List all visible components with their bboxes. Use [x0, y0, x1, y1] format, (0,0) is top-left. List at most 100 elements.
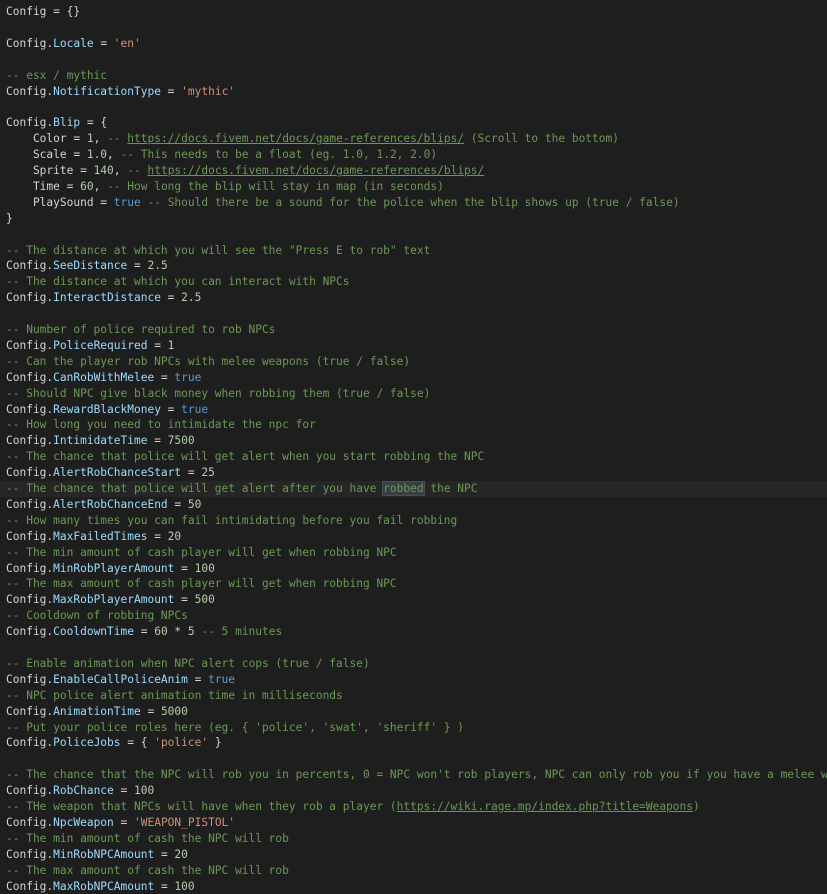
code-line[interactable]: -- The chance that police will get alert…	[0, 481, 827, 497]
code-keyword: Config.	[6, 259, 54, 273]
number-literal: 1	[167, 338, 175, 352]
code-keyword: Config.	[6, 672, 54, 686]
code-line[interactable]	[6, 99, 827, 115]
code-line[interactable]: Config.PoliceJobs = { 'police' }	[6, 735, 827, 751]
code-line[interactable]: Color = 1, -- https://docs.fivem.net/doc…	[6, 131, 827, 147]
code-line[interactable]: Config.PoliceRequired = 1	[6, 338, 827, 354]
number-literal: 100	[174, 879, 195, 893]
code-line[interactable]	[6, 306, 827, 322]
code-punctuation: =	[167, 497, 188, 511]
code-line[interactable]: Config.Locale = 'en'	[6, 36, 827, 52]
code-line[interactable]: -- NPC police alert animation time in mi…	[6, 688, 827, 704]
code-line[interactable]: Scale = 1.0, -- This needs to be a float…	[6, 147, 827, 163]
number-literal: 50	[187, 497, 202, 511]
code-line[interactable]: PlaySound = true -- Should there be a so…	[6, 195, 827, 211]
comment-link[interactable]: https://docs.fivem.net/docs/game-referen…	[147, 164, 484, 177]
string-literal: 'police'	[154, 736, 209, 750]
code-line[interactable]: -- Can the player rob NPCs with melee we…	[6, 354, 827, 370]
code-comment: -- The distance at which you can interac…	[6, 275, 350, 289]
code-line[interactable]: -- The max amount of cash the NPC will r…	[6, 863, 827, 879]
config-key: SeeDistance	[53, 259, 128, 273]
code-comment: -- This needs to be a float (eg. 1.0, 1.…	[120, 148, 438, 162]
code-line[interactable]: Config.CooldownTime = 60 * 5 -- 5 minute…	[6, 624, 827, 640]
comment-link[interactable]: https://docs.fivem.net/docs/game-referen…	[127, 132, 464, 145]
code-line[interactable]: -- How many times you can fail intimidat…	[6, 513, 827, 529]
code-line[interactable]	[6, 227, 827, 243]
code-comment: -- THe weapon that NPCs will have when t…	[6, 800, 397, 813]
code-keyword: Config = {}	[6, 5, 81, 18]
code-comment: -- Should NPC give black money when robb…	[6, 386, 431, 400]
code-line[interactable]: Config.SeeDistance = 2.5	[6, 258, 827, 274]
code-punctuation: =	[160, 291, 182, 305]
comment-link[interactable]: https://wiki.rage.mp/index.php?title=Wea…	[397, 800, 693, 813]
code-line[interactable]	[6, 751, 827, 767]
code-line[interactable]: Config.MinRobNPCAmount = 20	[6, 847, 827, 863]
code-line[interactable]: -- The chance that the NPC will rob you …	[6, 767, 827, 783]
code-line[interactable]: -- The min amount of cash the NPC will r…	[6, 831, 827, 847]
code-line[interactable]: Config = {}	[6, 4, 827, 20]
code-line[interactable]: Config.IntimidateTime = 7500	[6, 433, 827, 449]
code-line[interactable]	[6, 52, 827, 68]
config-key: AlertRobChanceEnd	[53, 497, 168, 511]
code-keyword: Config.	[6, 84, 54, 98]
code-comment: )	[693, 800, 700, 813]
code-line[interactable]: Config.AlertRobChanceEnd = 50	[6, 497, 827, 513]
code-line[interactable]: -- Cooldown of robbing NPCs	[6, 608, 827, 624]
code-punctuation: Sprite =	[6, 164, 94, 177]
code-line[interactable]: Config.NpcWeapon = 'WEAPON_PISTOL'	[6, 815, 827, 831]
code-comment: -- The chance that police will get alert…	[6, 482, 384, 495]
code-line[interactable]: Config.CanRobWithMelee = true	[6, 370, 827, 386]
code-comment: -- Should there be a sound for the polic…	[147, 195, 680, 209]
number-literal: 100	[194, 561, 215, 575]
code-line[interactable]: Config.AnimationTime = 5000	[6, 704, 827, 720]
string-literal: 'mythic'	[181, 84, 236, 98]
code-line[interactable]: -- Should NPC give black money when robb…	[6, 386, 827, 402]
number-literal: 1	[86, 132, 94, 146]
code-line[interactable]: Config.InteractDistance = 2.5	[6, 290, 827, 306]
code-line[interactable]: Config.RewardBlackMoney = true	[6, 402, 827, 418]
number-literal: 140	[93, 164, 114, 177]
code-punctuation: =	[147, 434, 168, 448]
code-keyword: Config.	[6, 593, 54, 607]
code-line[interactable]	[6, 20, 827, 36]
code-line[interactable]: Config.AlertRobChanceStart = 25	[6, 465, 827, 481]
code-line[interactable]: -- Enable animation when NPC alert cops …	[6, 656, 827, 672]
code-line[interactable]: -- The max amount of cash player will ge…	[6, 576, 827, 592]
code-line[interactable]: -- esx / mythic	[6, 68, 827, 84]
code-line[interactable]: Config.Blip = {	[6, 115, 827, 131]
code-keyword: Config.	[6, 466, 54, 480]
code-punctuation: *	[167, 625, 188, 639]
code-keyword: Config.	[6, 625, 54, 639]
code-line[interactable]: Sprite = 140, -- https://docs.fivem.net/…	[6, 163, 827, 179]
code-line[interactable]: Time = 60, -- How long the blip will sta…	[6, 179, 827, 195]
code-line[interactable]: -- The min amount of cash player will ge…	[6, 545, 827, 561]
code-line[interactable]: -- THe weapon that NPCs will have when t…	[6, 799, 827, 815]
code-keyword: Config.	[6, 291, 54, 305]
number-literal: 5000	[160, 704, 188, 718]
code-line[interactable]: Config.RobChance = 100	[6, 783, 827, 799]
code-punctuation: Time =	[6, 179, 81, 193]
code-line[interactable]: -- Number of police required to rob NPCs	[6, 322, 827, 338]
code-line[interactable]: Config.MaxRobNPCAmount = 100	[6, 879, 827, 894]
code-comment: -- esx / mythic	[6, 68, 108, 82]
code-line[interactable]: Config.EnableCallPoliceAnim = true	[6, 672, 827, 688]
code-line[interactable]: Config.MaxRobPlayerAmount = 500	[6, 592, 827, 608]
code-line[interactable]: -- Put your police roles here (eg. { 'po…	[6, 720, 827, 736]
code-punctuation: =	[187, 672, 209, 686]
code-punctuation: =	[147, 338, 168, 352]
code-line[interactable]: Config.MaxFailedTimes = 20	[6, 529, 827, 545]
number-literal: 25	[201, 466, 215, 480]
code-line[interactable]: -- The distance at which you can interac…	[6, 274, 827, 290]
code-line[interactable]: -- How long you need to intimidate the n…	[6, 417, 827, 433]
code-line[interactable]	[6, 640, 827, 656]
code-line[interactable]: -- The chance that police will get alert…	[6, 449, 827, 465]
code-line[interactable]: -- The distance at which you will see th…	[6, 243, 827, 259]
code-line[interactable]: Config.MinRobPlayerAmount = 100	[6, 561, 827, 577]
code-comment: -- How long you need to intimidate the n…	[6, 418, 316, 432]
config-key: PoliceJobs	[53, 736, 121, 750]
code-line[interactable]: }	[6, 211, 827, 227]
config-key: RewardBlackMoney	[53, 402, 161, 416]
code-line[interactable]: Config.NotificationType = 'mythic'	[6, 84, 827, 100]
number-literal: 20	[174, 847, 188, 861]
code-editor[interactable]: Config = {} Config.Locale = 'en' -- esx / …	[0, 0, 827, 894]
